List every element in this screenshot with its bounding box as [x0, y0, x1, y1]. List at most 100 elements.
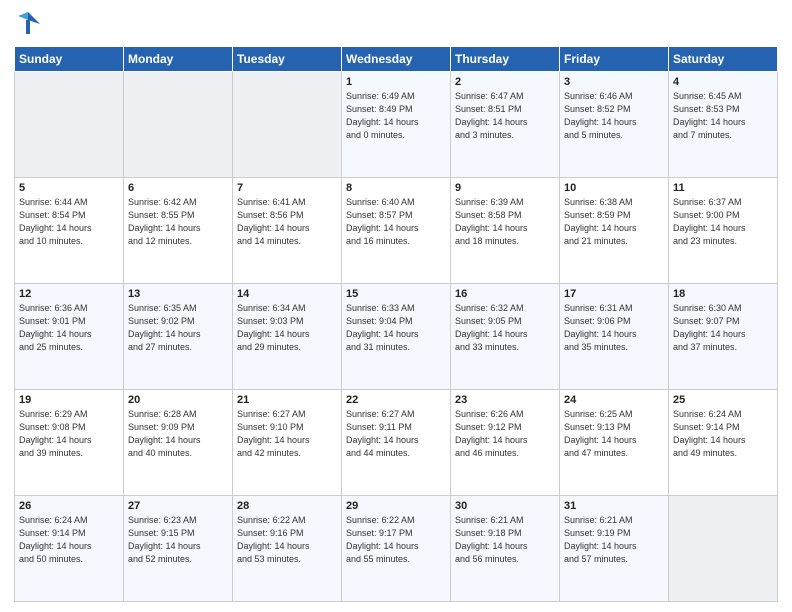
day-info: Sunrise: 6:24 AM Sunset: 9:14 PM Dayligh… [19, 514, 119, 566]
day-number: 31 [564, 500, 664, 512]
day-cell: 25 Sunrise: 6:24 AM Sunset: 9:14 PM Dayli… [669, 390, 778, 496]
day-cell: 13 Sunrise: 6:35 AM Sunset: 9:02 PM Dayli… [124, 284, 233, 390]
day-cell: 20Sunrise: 6:28 AM Sunset: 9:09 PM Dayli… [124, 390, 233, 496]
weekday-header-friday: Friday [560, 47, 669, 72]
day-cell: 14 Sunrise: 6:34 AM Sunset: 9:03 PM Dayli… [233, 284, 342, 390]
day-cell: 8Sunrise: 6:40 AM Sunset: 8:57 PM Daylig… [342, 178, 451, 284]
day-number: 4 [673, 76, 773, 88]
day-cell [124, 72, 233, 178]
day-cell: 6 Sunrise: 6:42 AM Sunset: 8:55 PM Daylig… [124, 178, 233, 284]
day-cell: 2 Sunrise: 6:47 AM Sunset: 8:51 PM Daylig… [451, 72, 560, 178]
day-cell: 31 Sunrise: 6:21 AM Sunset: 9:19 PM Dayli… [560, 496, 669, 602]
day-number: 28 [237, 500, 337, 512]
day-number: 24 [564, 394, 664, 406]
day-number: 11 [673, 182, 773, 194]
day-info: Sunrise: 6:30 AM Sunset: 9:07 PM Dayligh… [673, 302, 773, 354]
day-number: 1 [346, 76, 446, 88]
day-info: Sunrise: 6:31 AM Sunset: 9:06 PM Dayligh… [564, 302, 664, 354]
day-cell [669, 496, 778, 602]
day-info: Sunrise: 6:22 AM Sunset: 9:16 PM Dayligh… [237, 514, 337, 566]
week-row-5: 26 Sunrise: 6:24 AM Sunset: 9:14 PM Dayli… [15, 496, 778, 602]
day-cell [233, 72, 342, 178]
day-cell: 24 Sunrise: 6:25 AM Sunset: 9:13 PM Dayli… [560, 390, 669, 496]
day-number: 29 [346, 500, 446, 512]
day-info: Sunrise: 6:34 AM Sunset: 9:03 PM Dayligh… [237, 302, 337, 354]
day-cell [15, 72, 124, 178]
week-row-3: 12 Sunrise: 6:36 AM Sunset: 9:01 PM Dayli… [15, 284, 778, 390]
day-info: Sunrise: 6:26 AM Sunset: 9:12 PM Dayligh… [455, 408, 555, 460]
day-cell: 3Sunrise: 6:46 AM Sunset: 8:52 PM Daylig… [560, 72, 669, 178]
day-cell: 17 Sunrise: 6:31 AM Sunset: 9:06 PM Dayli… [560, 284, 669, 390]
day-number: 10 [564, 182, 664, 194]
page: SundayMondayTuesdayWednesdayThursdayFrid… [0, 0, 792, 612]
day-info: Sunrise: 6:21 AM Sunset: 9:18 PM Dayligh… [455, 514, 555, 566]
week-row-1: 1 Sunrise: 6:49 AM Sunset: 8:49 PM Daylig… [15, 72, 778, 178]
day-info: Sunrise: 6:41 AM Sunset: 8:56 PM Dayligh… [237, 196, 337, 248]
day-cell: 18 Sunrise: 6:30 AM Sunset: 9:07 PM Dayli… [669, 284, 778, 390]
day-number: 26 [19, 500, 119, 512]
weekday-header-sunday: Sunday [15, 47, 124, 72]
day-info: Sunrise: 6:47 AM Sunset: 8:51 PM Dayligh… [455, 90, 555, 142]
week-row-4: 19 Sunrise: 6:29 AM Sunset: 9:08 PM Dayli… [15, 390, 778, 496]
day-cell: 9Sunrise: 6:39 AM Sunset: 8:58 PM Daylig… [451, 178, 560, 284]
logo-icon [14, 10, 42, 38]
day-cell: 19 Sunrise: 6:29 AM Sunset: 9:08 PM Dayli… [15, 390, 124, 496]
day-info: Sunrise: 6:27 AM Sunset: 9:11 PM Dayligh… [346, 408, 446, 460]
day-number: 16 [455, 288, 555, 300]
day-number: 12 [19, 288, 119, 300]
day-info: Sunrise: 6:24 AM Sunset: 9:14 PM Dayligh… [673, 408, 773, 460]
day-cell: 29 Sunrise: 6:22 AM Sunset: 9:17 PM Dayli… [342, 496, 451, 602]
logo [14, 10, 46, 38]
weekday-header-saturday: Saturday [669, 47, 778, 72]
day-info: Sunrise: 6:45 AM Sunset: 8:53 PM Dayligh… [673, 90, 773, 142]
day-number: 19 [19, 394, 119, 406]
day-info: Sunrise: 6:35 AM Sunset: 9:02 PM Dayligh… [128, 302, 228, 354]
day-info: Sunrise: 6:22 AM Sunset: 9:17 PM Dayligh… [346, 514, 446, 566]
day-cell: 1 Sunrise: 6:49 AM Sunset: 8:49 PM Daylig… [342, 72, 451, 178]
day-info: Sunrise: 6:29 AM Sunset: 9:08 PM Dayligh… [19, 408, 119, 460]
day-info: Sunrise: 6:21 AM Sunset: 9:19 PM Dayligh… [564, 514, 664, 566]
day-cell: 16 Sunrise: 6:32 AM Sunset: 9:05 PM Dayli… [451, 284, 560, 390]
day-cell: 5 Sunrise: 6:44 AM Sunset: 8:54 PM Daylig… [15, 178, 124, 284]
day-number: 14 [237, 288, 337, 300]
day-number: 23 [455, 394, 555, 406]
day-info: Sunrise: 6:42 AM Sunset: 8:55 PM Dayligh… [128, 196, 228, 248]
day-number: 18 [673, 288, 773, 300]
day-info: Sunrise: 6:36 AM Sunset: 9:01 PM Dayligh… [19, 302, 119, 354]
day-number: 2 [455, 76, 555, 88]
day-number: 5 [19, 182, 119, 194]
weekday-header-monday: Monday [124, 47, 233, 72]
day-cell: 28 Sunrise: 6:22 AM Sunset: 9:16 PM Dayli… [233, 496, 342, 602]
weekday-header-wednesday: Wednesday [342, 47, 451, 72]
weekday-header-row: SundayMondayTuesdayWednesdayThursdayFrid… [15, 47, 778, 72]
day-cell: 10 Sunrise: 6:38 AM Sunset: 8:59 PM Dayli… [560, 178, 669, 284]
day-number: 6 [128, 182, 228, 194]
day-number: 15 [346, 288, 446, 300]
day-cell: 30Sunrise: 6:21 AM Sunset: 9:18 PM Dayli… [451, 496, 560, 602]
day-info: Sunrise: 6:46 AM Sunset: 8:52 PM Dayligh… [564, 90, 664, 142]
day-cell: 7 Sunrise: 6:41 AM Sunset: 8:56 PM Daylig… [233, 178, 342, 284]
day-cell: 21Sunrise: 6:27 AM Sunset: 9:10 PM Dayli… [233, 390, 342, 496]
day-info: Sunrise: 6:28 AM Sunset: 9:09 PM Dayligh… [128, 408, 228, 460]
day-number: 9 [455, 182, 555, 194]
day-number: 25 [673, 394, 773, 406]
day-number: 13 [128, 288, 228, 300]
day-info: Sunrise: 6:32 AM Sunset: 9:05 PM Dayligh… [455, 302, 555, 354]
day-number: 17 [564, 288, 664, 300]
day-number: 8 [346, 182, 446, 194]
day-info: Sunrise: 6:38 AM Sunset: 8:59 PM Dayligh… [564, 196, 664, 248]
day-info: Sunrise: 6:33 AM Sunset: 9:04 PM Dayligh… [346, 302, 446, 354]
day-cell: 23 Sunrise: 6:26 AM Sunset: 9:12 PM Dayli… [451, 390, 560, 496]
day-number: 7 [237, 182, 337, 194]
day-cell: 11 Sunrise: 6:37 AM Sunset: 9:00 PM Dayli… [669, 178, 778, 284]
weekday-header-thursday: Thursday [451, 47, 560, 72]
day-cell: 12 Sunrise: 6:36 AM Sunset: 9:01 PM Dayli… [15, 284, 124, 390]
day-info: Sunrise: 6:23 AM Sunset: 9:15 PM Dayligh… [128, 514, 228, 566]
day-info: Sunrise: 6:49 AM Sunset: 8:49 PM Dayligh… [346, 90, 446, 142]
day-cell: 27Sunrise: 6:23 AM Sunset: 9:15 PM Dayli… [124, 496, 233, 602]
day-info: Sunrise: 6:37 AM Sunset: 9:00 PM Dayligh… [673, 196, 773, 248]
day-info: Sunrise: 6:44 AM Sunset: 8:54 PM Dayligh… [19, 196, 119, 248]
day-info: Sunrise: 6:25 AM Sunset: 9:13 PM Dayligh… [564, 408, 664, 460]
day-number: 22 [346, 394, 446, 406]
day-cell: 4 Sunrise: 6:45 AM Sunset: 8:53 PM Daylig… [669, 72, 778, 178]
